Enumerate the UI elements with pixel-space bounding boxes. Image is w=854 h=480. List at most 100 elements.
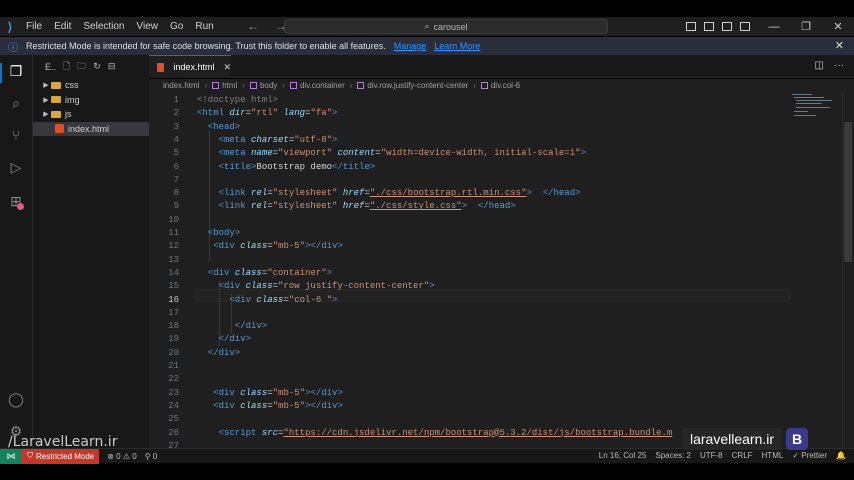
code-line[interactable]: <div class="container">: [197, 267, 332, 280]
code-line[interactable]: <link rel="stylesheet" href="./css/boots…: [197, 187, 581, 200]
line-number: 6: [173, 161, 179, 172]
search-view-icon[interactable]: ⌕: [8, 95, 24, 111]
line-number: 3: [173, 121, 179, 132]
tree-item-css[interactable]: ▶ css: [33, 78, 149, 93]
customize-layout-icon[interactable]: [740, 22, 750, 31]
minimize-icon[interactable]: —: [758, 21, 790, 33]
source-control-icon[interactable]: ⑂: [8, 127, 24, 143]
refresh-icon[interactable]: ↻: [93, 61, 101, 72]
code-line[interactable]: <div class="mb-5"></div>: [197, 400, 343, 413]
menu-view[interactable]: View: [131, 21, 165, 32]
tab-index-html[interactable]: index.html ✕: [149, 55, 231, 78]
remote-indicator-icon[interactable]: ⋈: [0, 448, 22, 464]
new-file-icon[interactable]: 🗋: [63, 59, 70, 75]
code-line[interactable]: <!doctype html>: [197, 94, 278, 107]
tree-item-label: css: [65, 80, 79, 91]
code-editor[interactable]: 1 2 3 4 5 6 7 8 9 10 11 12 13 14 15 16 17 18 19 20 21 22 23 24 2…: [149, 92, 854, 448]
run-debug-icon[interactable]: ▷: [8, 159, 24, 175]
minimap[interactable]: [792, 92, 840, 122]
restricted-mode-status[interactable]: ⛉ Restricted Mode: [22, 448, 100, 464]
breadcrumb-item[interactable]: html: [222, 81, 237, 90]
toggle-sidebar-icon[interactable]: [686, 22, 696, 31]
line-number: 17: [168, 307, 179, 318]
command-center-search[interactable]: ⌕ carousel: [284, 19, 608, 34]
code-line[interactable]: <body>: [197, 227, 240, 240]
toggle-panel-icon[interactable]: [704, 22, 714, 31]
cursor-position[interactable]: Ln 16, Col 25: [599, 451, 647, 460]
account-icon[interactable]: ◯: [8, 391, 24, 407]
tree-item-img[interactable]: ▶ img: [33, 93, 149, 108]
indentation[interactable]: Spaces: 2: [655, 451, 691, 460]
breadcrumb-item[interactable]: div.row.justify-content-center: [367, 81, 468, 90]
code-line[interactable]: <title>Bootstrap demo</title>: [197, 161, 376, 174]
prettier-status[interactable]: ✓ Prettier: [792, 451, 827, 460]
code-line[interactable]: <meta name="viewport" content="width=dev…: [197, 147, 586, 160]
line-number: 11: [168, 228, 179, 238]
code-line[interactable]: <link rel="stylesheet" href="./css/style…: [197, 200, 516, 213]
code-line[interactable]: </div>: [197, 333, 251, 346]
back-arrow-icon[interactable]: ←: [247, 19, 259, 33]
code-token: <meta: [197, 148, 252, 159]
code-line[interactable]: <div class="row justify-content-center">: [197, 280, 435, 293]
element-icon: [289, 82, 297, 89]
problems-indicator[interactable]: ⊗ 0 ⚠ 0: [107, 452, 136, 461]
code-line[interactable]: </div>: [197, 347, 240, 360]
close-window-icon[interactable]: ✕: [822, 20, 854, 33]
menu-selection[interactable]: Selection: [77, 21, 130, 32]
code-token: class: [245, 281, 273, 292]
code-token: Bootstrap demo: [256, 161, 333, 172]
code-lines[interactable]: <!doctype html> <html dir="rtl" lang="fa"…: [197, 92, 797, 448]
manage-link[interactable]: Manage: [394, 41, 427, 51]
code-line[interactable]: <html dir="rtl" lang="fa">: [197, 107, 337, 120]
split-editor-icon[interactable]: ◫: [815, 60, 824, 71]
code-token: <link: [197, 201, 252, 212]
toggle-secondary-sidebar-icon[interactable]: [722, 22, 732, 31]
code-line[interactable]: </div>: [197, 320, 267, 333]
new-folder-icon[interactable]: 🗀: [77, 59, 86, 75]
menu-go[interactable]: Go: [164, 21, 189, 32]
tree-item-index-html[interactable]: index.html: [33, 121, 149, 136]
ports-indicator[interactable]: ⚲ 0: [145, 452, 158, 461]
tab-label: index.html: [173, 62, 215, 72]
end-of-line[interactable]: CRLF: [732, 451, 753, 460]
line-number: 1: [173, 95, 179, 105]
watermark-right: laravellearn.ir B: [682, 428, 844, 450]
code-token: > </head>: [526, 188, 581, 199]
breadcrumb-item[interactable]: div.col-6: [491, 81, 520, 90]
code-line[interactable]: <script src="https://cdn.jsdelivr.net/np…: [197, 427, 673, 440]
notifications-bell-icon[interactable]: 🔔: [836, 451, 846, 460]
chevron-right-icon: ▶: [43, 111, 49, 119]
editor-actions: ◫ ···: [815, 60, 844, 71]
menu-edit[interactable]: Edit: [48, 21, 77, 32]
encoding[interactable]: UTF-8: [700, 451, 723, 460]
vertical-scrollbar[interactable]: [842, 92, 854, 448]
code-token: >: [332, 108, 338, 119]
learn-more-link[interactable]: Learn More: [434, 41, 480, 51]
code-line[interactable]: <div class="mb-5"></div>: [197, 240, 343, 253]
code-token: "rtl": [251, 108, 284, 119]
breadcrumb-item[interactable]: div.container: [300, 81, 345, 90]
code-line[interactable]: <div class="col-6 ">: [197, 294, 337, 307]
line-number: 21: [168, 361, 179, 371]
scrollbar-thumb[interactable]: [844, 122, 852, 262]
close-banner-icon[interactable]: ✕: [835, 39, 844, 52]
code-line[interactable]: <div class="mb-5"></div>: [197, 387, 343, 400]
close-tab-icon[interactable]: ✕: [223, 62, 231, 73]
code-token: ></div>: [305, 387, 343, 398]
menu-file[interactable]: File: [20, 21, 48, 32]
line-number: 9: [173, 201, 179, 212]
restore-icon[interactable]: ❐: [790, 20, 822, 33]
info-icon: ⓘ: [8, 42, 18, 54]
tree-item-js[interactable]: ▶ js: [33, 107, 149, 122]
line-number: 5: [173, 148, 179, 159]
language-mode[interactable]: HTML: [762, 451, 784, 460]
code-line[interactable]: <head>: [197, 121, 240, 134]
menu-run[interactable]: Run: [189, 21, 219, 32]
code-line[interactable]: <meta charset="utf-8">: [197, 134, 338, 147]
more-actions-icon[interactable]: ···: [834, 60, 844, 71]
code-token: class: [240, 387, 268, 398]
breadcrumb-item[interactable]: index.html: [163, 81, 199, 90]
explorer-icon[interactable]: ❐: [8, 63, 24, 79]
breadcrumb-item[interactable]: body: [260, 81, 277, 90]
collapse-all-icon[interactable]: ⊟: [108, 61, 116, 72]
